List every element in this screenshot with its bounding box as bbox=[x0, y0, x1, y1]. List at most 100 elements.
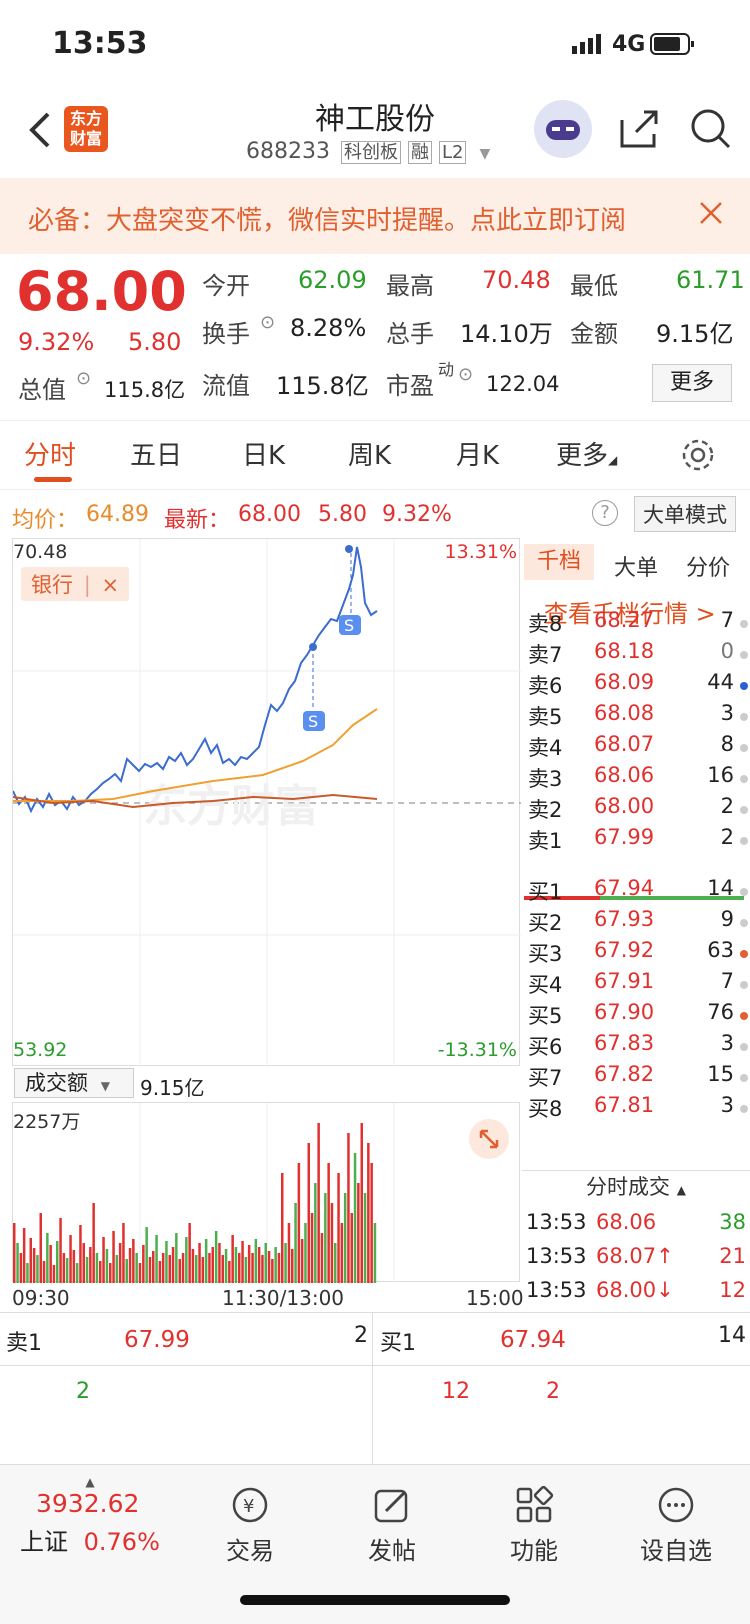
ask-row[interactable]: 卖6 68.09 44 bbox=[522, 670, 750, 702]
index-value: 3932.62 bbox=[36, 1489, 140, 1518]
info-icon[interactable]: ⊙ bbox=[260, 312, 275, 333]
ask-row[interactable]: 卖3 68.06 16 bbox=[522, 763, 750, 795]
help-icon[interactable]: ? bbox=[592, 500, 618, 526]
tab-big-orders[interactable]: 大单 bbox=[614, 550, 658, 582]
volume-selector[interactable]: 成交额 ▼ bbox=[14, 1068, 134, 1098]
level-label: 卖2 bbox=[528, 798, 563, 822]
volume-bar bbox=[254, 1239, 258, 1283]
ask-row[interactable]: 卖7 68.18 0 bbox=[522, 639, 750, 671]
avg-label: 均价： bbox=[12, 508, 79, 533]
robot-avatar[interactable] bbox=[534, 100, 592, 158]
tab-five-day[interactable]: 五日 bbox=[130, 435, 182, 472]
level-price: 67.92 bbox=[594, 938, 655, 962]
volume-chart[interactable]: 2257万 bbox=[12, 1102, 520, 1283]
volume-value: 14.10万 bbox=[460, 320, 553, 348]
index-ticker[interactable]: ▲ 3932.62 上证 0.76% bbox=[20, 1475, 190, 1557]
trades-header[interactable]: 分时成交 ▲ bbox=[522, 1170, 750, 1202]
latest-label: 最新： bbox=[164, 508, 231, 533]
level-price: 68.07 bbox=[594, 732, 655, 756]
stock-code-row: 688233 科创板 融 L2 ▼ bbox=[246, 138, 490, 164]
level-dot bbox=[740, 1012, 748, 1020]
tab-weekly-k[interactable]: 周K bbox=[348, 435, 391, 472]
level-dot bbox=[740, 837, 748, 845]
bid-row[interactable]: 买8 67.81 3 bbox=[522, 1093, 750, 1125]
sell1-vol: 2 bbox=[354, 1323, 368, 1348]
status-bar: 13:53 4G bbox=[0, 0, 750, 90]
volume-bar bbox=[350, 1213, 353, 1283]
signal-marker[interactable]: S bbox=[308, 712, 318, 731]
info-icon[interactable]: ⊙ bbox=[458, 364, 473, 385]
level-dot bbox=[740, 744, 748, 752]
level-volume: 0 bbox=[720, 639, 734, 663]
volume-bar bbox=[62, 1253, 66, 1283]
level-volume: 8 bbox=[720, 732, 734, 756]
expand-icon[interactable] bbox=[469, 1119, 509, 1159]
more-button[interactable]: 更多 bbox=[652, 364, 732, 402]
trade-row: 13:53 68.06 38 bbox=[526, 1210, 750, 1244]
volume-bar bbox=[79, 1225, 82, 1283]
level-label: 卖7 bbox=[528, 643, 563, 667]
info-icon[interactable]: ⊙ bbox=[76, 368, 91, 389]
big-order-mode-button[interactable]: 大单模式 bbox=[634, 496, 736, 532]
nav-add-watchlist[interactable]: 设自选 bbox=[626, 1485, 726, 1566]
pe-label: 市盈 bbox=[386, 372, 434, 400]
bid-row[interactable]: 买1 67.94 14 bbox=[522, 876, 750, 908]
level-label: 买3 bbox=[528, 942, 563, 966]
tab-price-dist[interactable]: 分价 bbox=[686, 550, 730, 582]
level-price: 67.91 bbox=[594, 969, 655, 993]
settings-icon[interactable] bbox=[680, 437, 716, 477]
ask-row[interactable]: 卖5 68.08 3 bbox=[522, 701, 750, 733]
ask-row[interactable]: 卖1 67.99 2 bbox=[522, 825, 750, 857]
volume-bar bbox=[178, 1259, 181, 1283]
tab-intraday[interactable]: 分时 bbox=[24, 435, 76, 472]
sector-tag[interactable]: 银行 | × bbox=[21, 567, 130, 601]
volume-bar bbox=[102, 1237, 105, 1283]
bid-row[interactable]: 买3 67.92 63 bbox=[522, 938, 750, 970]
level-volume: 2 bbox=[720, 825, 734, 849]
intraday-chart[interactable]: 东方财富 S S 70.48 13.31% 53.92 -13.31% 银行 |… bbox=[12, 538, 521, 1067]
volume-bar bbox=[244, 1257, 248, 1283]
tab-more[interactable]: 更多◢ bbox=[556, 435, 617, 472]
tab-daily-k[interactable]: 日K bbox=[242, 435, 285, 472]
chart-info-row: 均价： 64.89 最新： 68.00 5.80 9.32% ? 大单模式 bbox=[0, 490, 750, 536]
sector-tag-close-icon[interactable]: × bbox=[101, 573, 119, 597]
search-icon[interactable] bbox=[688, 106, 732, 154]
tab-monthly-k[interactable]: 月K bbox=[456, 435, 499, 472]
signal-marker[interactable]: S bbox=[344, 616, 354, 635]
level-volume: 16 bbox=[707, 763, 734, 787]
ask-row[interactable]: 卖2 68.00 2 bbox=[522, 794, 750, 826]
volume-bar bbox=[264, 1243, 267, 1283]
share-icon[interactable] bbox=[618, 108, 660, 154]
ask-row[interactable]: 卖8 68.27 7 bbox=[522, 608, 750, 640]
signal-icon bbox=[572, 34, 604, 58]
bid-row[interactable]: 买7 67.82 15 bbox=[522, 1062, 750, 1094]
volume-bar bbox=[128, 1248, 132, 1283]
level-volume: 2 bbox=[720, 794, 734, 818]
bid-row[interactable]: 买2 67.93 9 bbox=[522, 907, 750, 939]
bid-row[interactable]: 买6 67.83 3 bbox=[522, 1031, 750, 1063]
tab-thousand-levels[interactable]: 千档 bbox=[524, 544, 594, 580]
promo-banner[interactable]: 必备：大盘突变不慌，微信实时提醒。点此立即订阅 bbox=[0, 178, 750, 254]
nav-post[interactable]: 发帖 bbox=[342, 1485, 442, 1566]
volume-bar bbox=[52, 1265, 56, 1283]
stock-header: 东方 财富 神工股份 688233 科创板 融 L2 ▼ bbox=[0, 90, 750, 178]
nav-trade[interactable]: ¥ 交易 bbox=[200, 1485, 300, 1566]
nav-functions[interactable]: 功能 bbox=[484, 1485, 584, 1566]
level-label: 卖8 bbox=[528, 612, 563, 636]
buy1-vol: 14 bbox=[718, 1323, 746, 1348]
banner-close-icon[interactable] bbox=[698, 200, 724, 230]
ask-row[interactable]: 卖4 68.07 8 bbox=[522, 732, 750, 764]
volume-bar bbox=[201, 1257, 205, 1283]
y-max-label: 70.48 bbox=[13, 541, 68, 563]
bid-row[interactable]: 买5 67.90 76 bbox=[522, 1000, 750, 1032]
level-dot bbox=[740, 775, 748, 783]
banner-text: 必备：大盘突变不慌，微信实时提醒。点此立即订阅 bbox=[28, 206, 627, 236]
dropdown-icon[interactable]: ▼ bbox=[479, 146, 490, 162]
bid-row[interactable]: 买4 67.91 7 bbox=[522, 969, 750, 1001]
volume-bar bbox=[95, 1253, 99, 1283]
volume-bar bbox=[221, 1255, 224, 1283]
buy1-sub-2: 2 bbox=[546, 1379, 560, 1404]
volume-bar bbox=[125, 1259, 128, 1283]
pct-max-label: 13.31% bbox=[444, 541, 517, 563]
volume-bar bbox=[314, 1183, 317, 1283]
